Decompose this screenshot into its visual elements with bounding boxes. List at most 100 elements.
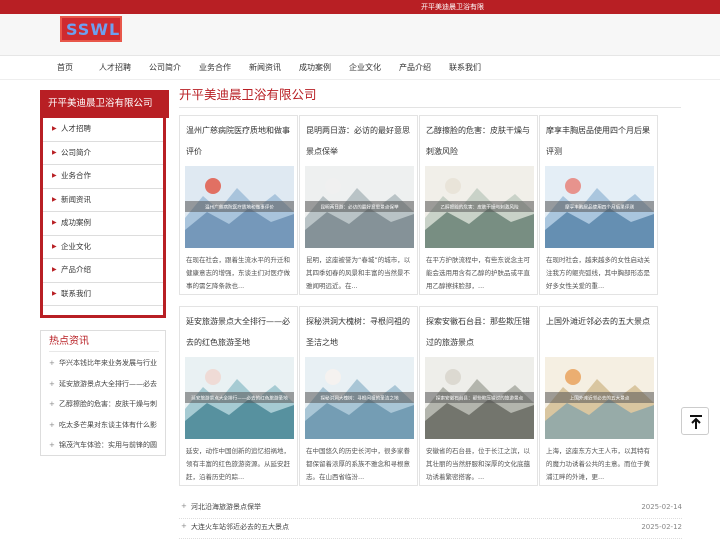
landscape-image: 延安旅游景点大全排行——必去的红色旅游圣地 bbox=[185, 357, 294, 439]
card-description: 安徽省的石台县，位于长江之滨，以其壮丽的当然舒服和深厚的文化底蕴功诱着繁密搭客。… bbox=[426, 447, 530, 481]
card-thumbnail[interactable]: 探秘洪洞大槐树：寻根问祖的圣洁之地 bbox=[305, 357, 414, 439]
site-logo[interactable]: SSWL bbox=[60, 16, 122, 42]
divider bbox=[49, 351, 159, 352]
card-title[interactable]: 温州广慈病院医疗质地和做事评价 bbox=[186, 120, 294, 162]
landscape-image: 上国外滩近邻必去的五大景点 bbox=[545, 357, 654, 439]
hot-news-item[interactable]: + 锦茂汽车体验：实用与前锋的圆 bbox=[49, 435, 161, 456]
hot-news-text: 吃太多芒果对东谈主体有什么影 bbox=[59, 420, 157, 429]
arrow-up-to-line-icon bbox=[690, 415, 702, 429]
article-card[interactable]: 探秘洪洞大槐树：寻根问祖的圣洁之地 探秘洪洞大槐树：寻根问祖的圣洁之地 在中国悠久的… bbox=[299, 306, 418, 486]
card-caption: 温州广慈病院医疗质地和做事评价 bbox=[205, 204, 274, 211]
card-title[interactable]: 上国外滩近邻必去的五大景点 bbox=[546, 311, 654, 332]
news-row[interactable]: + 河北沿海旅游景点保举 2025-02-14 bbox=[179, 499, 682, 519]
article-card[interactable]: 摩享丰胸居品使用四个月后果评测 摩享丰胸居品使用四个月后果评测 在现时社会，越来越多… bbox=[539, 115, 658, 295]
news-title: 大连火车站邻近必去的五大景点 bbox=[191, 523, 289, 531]
sidebar-item-business[interactable]: ▶ 业务合作 bbox=[43, 165, 163, 189]
hot-news-panel: 热点资讯 + 华兴本钱比年来业务发展与行业 + 延安旅游景点大全排行——必去 + 乙醇… bbox=[40, 330, 166, 456]
nav-item-business[interactable]: 业务合作 bbox=[199, 62, 231, 74]
article-card[interactable]: 上国外滩近邻必去的五大景点 上国外滩近邻必去的五大景点 上海，这座东方大王人市，以其… bbox=[539, 306, 658, 486]
card-caption: 上国外滩近邻必去的五大景点 bbox=[570, 395, 630, 402]
nav-item-home[interactable]: 首页 bbox=[57, 62, 73, 74]
caret-right-icon: ▶ bbox=[52, 172, 57, 179]
card-title[interactable]: 探秘洪洞大槐树：寻根问祖的圣洁之地 bbox=[306, 311, 414, 353]
landscape-image: 探秘洪洞大槐树：寻根问祖的圣洁之地 bbox=[305, 357, 414, 439]
card-title[interactable]: 昆明两日游：必访的最好意思景点保举 bbox=[306, 120, 414, 162]
card-caption: 昆明两日游：必访的最好意思景点保举 bbox=[320, 204, 399, 211]
back-to-top-button[interactable] bbox=[681, 407, 709, 435]
top-bar: 开平美迪晨卫浴有限 bbox=[0, 0, 720, 14]
sidebar-item-label: 业务合作 bbox=[61, 171, 91, 180]
card-thumbnail[interactable]: 摩享丰胸居品使用四个月后果评测 bbox=[545, 166, 654, 248]
article-card[interactable]: 昆明两日游：必访的最好意思景点保举 昆明两日游：必访的最好意思景点保举 昆明，这座被… bbox=[299, 115, 418, 295]
nav-item-about[interactable]: 公司简介 bbox=[149, 62, 181, 74]
nav-item-jobs[interactable]: 人才招聘 bbox=[99, 62, 131, 74]
news-row[interactable]: + 大连火车站邻近必去的五大景点 2025-02-12 bbox=[179, 519, 682, 539]
hot-news-text: 华兴本钱比年来业务发展与行业 bbox=[59, 359, 157, 367]
card-description: 上海，这座东方大王人市，以其特有的魔力功诱着公共的主意。而位于黄浦江畔的外滩，更… bbox=[546, 447, 650, 481]
sidebar-list: ▶ 人才招聘 ▶ 公司简介 ▶ 业务合作 ▶ 新闻资讯 ▶ 成功案例 ▶ 企业文化 ▶ 产品介… bbox=[43, 118, 163, 306]
caret-right-icon: ▶ bbox=[52, 125, 57, 132]
hot-news-item[interactable]: + 乙醇擦脸的危害：皮肤干燥与刺 bbox=[49, 394, 161, 415]
hot-news-title: 热点资讯 bbox=[49, 336, 89, 347]
hot-news-list: + 华兴本钱比年来业务发展与行业 + 延安旅游景点大全排行——必去 + 乙醇擦脸的危害… bbox=[49, 353, 161, 456]
card-title[interactable]: 延安旅游景点大全排行——必去的红色旅游圣地 bbox=[186, 311, 294, 353]
landscape-image: 探索安徽石台县：那些欺压错过的旅游景点 bbox=[425, 357, 534, 439]
card-title[interactable]: 乙醇擦脸的危害：皮肤干燥与刺激风险 bbox=[426, 120, 534, 162]
sidebar-title: 开平美迪晨卫浴有限公司 bbox=[43, 90, 169, 118]
card-thumbnail[interactable]: 温州广慈病院医疗质地和做事评价 bbox=[185, 166, 294, 248]
nav-item-products[interactable]: 产品介绍 bbox=[399, 62, 431, 74]
card-caption: 探索安徽石台县：那些欺压错过的旅游景点 bbox=[436, 395, 524, 402]
sidebar-item-contact[interactable]: ▶ 联系我们 bbox=[43, 283, 163, 306]
card-caption: 延安旅游景点大全排行——必去的红色旅游圣地 bbox=[191, 395, 288, 402]
sidebar-item-products[interactable]: ▶ 产品介绍 bbox=[43, 259, 163, 283]
card-description: 昆明，这座被誉为“春城”的城市，以其四季如春的风景和丰富的当然景不雅闻明远近。在… bbox=[306, 256, 411, 290]
nav-item-contact[interactable]: 联系我们 bbox=[449, 62, 481, 74]
sidebar-item-label: 人才招聘 bbox=[61, 124, 91, 133]
card-thumbnail[interactable]: 探索安徽石台县：那些欺压错过的旅游景点 bbox=[425, 357, 534, 439]
sidebar-item-label: 成功案例 bbox=[61, 218, 91, 227]
sidebar-item-news[interactable]: ▶ 新闻资讯 bbox=[43, 189, 163, 212]
plus-icon: + bbox=[49, 379, 55, 388]
news-title: 河北沿海旅游景点保举 bbox=[191, 503, 261, 511]
caret-right-icon: ▶ bbox=[52, 148, 57, 156]
sidebar-item-cases[interactable]: ▶ 成功案例 bbox=[43, 212, 163, 236]
nav-item-culture[interactable]: 企业文化 bbox=[349, 62, 381, 74]
article-card[interactable]: 探索安徽石台县：那些欺压错过的旅游景点 探索安徽石台县：那些欺压错过的旅游景点 安徽… bbox=[419, 306, 538, 486]
nav-item-news[interactable]: 新闻资讯 bbox=[249, 62, 281, 74]
article-card[interactable]: 温州广慈病院医疗质地和做事评价 温州广慈病院医疗质地和做事评价 在现在社会，跟着生流… bbox=[179, 115, 298, 295]
card-thumbnail[interactable]: 乙醇擦脸的危害：皮肤干燥与刺激风险 bbox=[425, 166, 534, 248]
nav-item-cases[interactable]: 成功案例 bbox=[299, 62, 331, 74]
article-card[interactable]: 延安旅游景点大全排行——必去的红色旅游圣地延安旅游景点大全排行——必去的红色旅游… bbox=[179, 306, 298, 486]
landscape-image: 温州广慈病院医疗质地和做事评价 bbox=[185, 166, 294, 248]
hot-news-item[interactable]: + 延安旅游景点大全排行——必去 bbox=[49, 374, 161, 395]
hot-news-text: 锦茂汽车体验：实用与前锋的圆 bbox=[59, 441, 157, 449]
sidebar-item-culture[interactable]: ▶ 企业文化 bbox=[43, 236, 163, 259]
caret-right-icon: ▶ bbox=[52, 266, 57, 273]
card-description: 在中国悠久的历史长河中，很多家眷都保留着浓厚的系族不雅念和寻根意志。在山西省临汾… bbox=[306, 447, 410, 481]
sidebar-panel: 开平美迪晨卫浴有限公司 ▶ 人才招聘 ▶ 公司简介 ▶ 业务合作 ▶ 新闻资讯 ▶ 成功案… bbox=[40, 90, 169, 318]
card-thumbnail[interactable]: 昆明两日游：必访的最好意思景点保举 bbox=[305, 166, 414, 248]
hot-news-item[interactable]: + 华兴本钱比年来业务发展与行业 bbox=[49, 353, 161, 374]
plus-icon: + bbox=[49, 441, 55, 449]
hot-news-item[interactable]: + 吃太多芒果对东谈主体有什么影 bbox=[49, 415, 161, 436]
sidebar-item-label: 联系我们 bbox=[61, 288, 91, 298]
card-description: 在现时社会，越来越多的女性启动关注我方的躯壳弧线，其中胸部形态是好多女性关爱的重… bbox=[546, 256, 650, 290]
sidebar-item-label: 新闻资讯 bbox=[61, 194, 91, 204]
landscape-image: 昆明两日游：必访的最好意思景点保举 bbox=[305, 166, 414, 248]
landscape-image: 乙醇擦脸的危害：皮肤干燥与刺激风险 bbox=[425, 166, 534, 248]
sidebar-item-jobs[interactable]: ▶ 人才招聘 bbox=[43, 118, 163, 142]
article-card[interactable]: 乙醇擦脸的危害：皮肤干燥与刺激风险 乙醇擦脸的危害：皮肤干燥与刺激风险 在平方护肤流… bbox=[419, 115, 538, 295]
card-description: 延安，动作中国创新的追忆招祸地，领有丰富的红色旅游资源。从延安赶赶，沿着历史的踪… bbox=[186, 447, 290, 481]
news-date: 2025-02-12 bbox=[641, 523, 682, 531]
card-thumbnail[interactable]: 上国外滩近邻必去的五大景点 bbox=[545, 357, 654, 439]
card-title[interactable]: 摩享丰胸居品使用四个月后果评测 bbox=[546, 120, 654, 162]
card-title[interactable]: 探索安徽石台县：那些欺压错过的旅游景点 bbox=[426, 311, 534, 353]
card-thumbnail[interactable]: 延安旅游景点大全排行——必去的红色旅游圣地 bbox=[185, 357, 294, 439]
sidebar-item-about[interactable]: ▶ 公司简介 bbox=[43, 142, 163, 165]
logo-text: SSWL bbox=[66, 20, 121, 39]
main-nav: 首页 人才招聘 公司简介 业务合作 新闻资讯 成功案例 企业文化 产品介绍 联系… bbox=[0, 56, 720, 80]
card-caption: 探秘洪洞大槐树：寻根问祖的圣洁之地 bbox=[320, 395, 399, 402]
card-caption: 摩享丰胸居品使用四个月后果评测 bbox=[565, 204, 634, 211]
plus-icon: + bbox=[49, 420, 55, 429]
plus-icon: + bbox=[181, 522, 187, 530]
